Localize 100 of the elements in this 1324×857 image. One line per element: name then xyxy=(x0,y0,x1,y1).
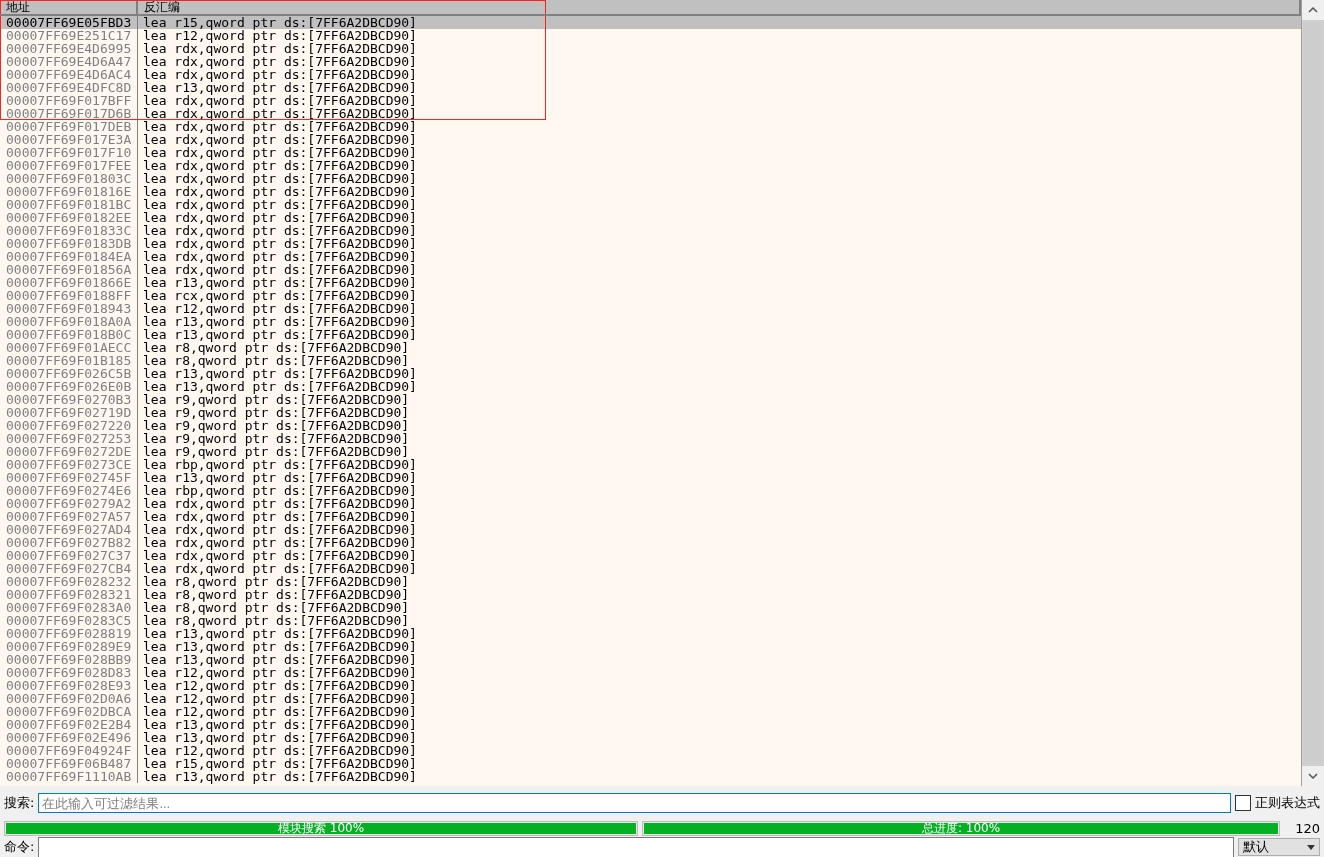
disassembly-cell-text: lea r12,qword ptr ds:[7FF6A2DBCD90] xyxy=(142,705,417,718)
scroll-down-icon[interactable] xyxy=(1302,766,1324,786)
result-row[interactable]: 00007FF69F017BFF lea rdx,qword ptr ds:[7FF6A2DBCD90] xyxy=(0,94,1301,107)
disassembly-cell-text: lea r13,qword ptr ds:[7FF6A2DBCD90] xyxy=(142,315,417,328)
disassembly-cell-text: lea r9,qword ptr ds:[7FF6A2DBCD90] xyxy=(142,432,410,445)
result-row[interactable]: 00007FF69F018B0C lea r13,qword ptr ds:[7FF6A2DBCD90] xyxy=(0,328,1301,341)
result-row[interactable]: 00007FF69E4D6A47 lea rdx,qword ptr ds:[7FF6A2DBCD90] xyxy=(0,55,1301,68)
disassembly-cell-text: lea r15,qword ptr ds:[7FF6A2DBCD90] xyxy=(142,757,417,770)
address-cell: 00007FF69F0183DB xyxy=(0,237,138,250)
command-field[interactable] xyxy=(38,836,1234,857)
result-row[interactable]: 00007FF69F02745F lea r13,qword ptr ds:[7FF6A2DBCD90] xyxy=(0,471,1301,484)
result-row[interactable]: 00007FF69F017E3A lea rdx,qword ptr ds:[7FF6A2DBCD90] xyxy=(0,133,1301,146)
result-row[interactable]: 00007FF69F0182EE lea rdx,qword ptr ds:[7FF6A2DBCD90] xyxy=(0,211,1301,224)
mode-dropdown[interactable]: 默认 xyxy=(1238,838,1320,856)
result-row[interactable]: 00007FF69F02DBCA lea r12,qword ptr ds:[7FF6A2DBCD90] xyxy=(0,705,1301,718)
result-row[interactable]: 00007FF69F027220 lea r9,qword ptr ds:[7FF6A2DBCD90] xyxy=(0,419,1301,432)
disassembly-cell-text: lea rdx,qword ptr ds:[7FF6A2DBCD90] xyxy=(142,250,417,263)
result-row[interactable]: 00007FF69E4D6995 lea rdx,qword ptr ds:[7FF6A2DBCD90] xyxy=(0,42,1301,55)
result-row[interactable]: 00007FF69F027253 lea r9,qword ptr ds:[7FF6A2DBCD90] xyxy=(0,432,1301,445)
result-row[interactable]: 00007FF69F028819 lea r13,qword ptr ds:[7FF6A2DBCD90] xyxy=(0,627,1301,640)
result-row[interactable]: 00007FF69F01833C lea rdx,qword ptr ds:[7FF6A2DBCD90] xyxy=(0,224,1301,237)
disassembly-cell-text: lea rdx,qword ptr ds:[7FF6A2DBCD90] xyxy=(142,263,417,276)
disassembly-cell-text: lea r9,qword ptr ds:[7FF6A2DBCD90] xyxy=(142,406,410,419)
result-row[interactable]: 00007FF69F0272DE lea r9,qword ptr ds:[7FF6A2DBCD90] xyxy=(0,445,1301,458)
result-row[interactable]: 00007FF69F0183DB lea rdx,qword ptr ds:[7FF6A2DBCD90] xyxy=(0,237,1301,250)
result-row[interactable]: 00007FF69F02D0A6 lea r12,qword ptr ds:[7FF6A2DBCD90] xyxy=(0,692,1301,705)
address-cell: 00007FF69E4D6995 xyxy=(0,42,138,55)
scroll-up-icon[interactable] xyxy=(1302,0,1324,20)
column-header[interactable]: 地址 xyxy=(0,0,138,14)
result-row[interactable]: 00007FF69F026C5B lea r13,qword ptr ds:[7FF6A2DBCD90] xyxy=(0,367,1301,380)
result-row[interactable]: 00007FF69F0289E9 lea r13,qword ptr ds:[7FF6A2DBCD90] xyxy=(0,640,1301,653)
result-row[interactable]: 00007FF69F04924F lea r12,qword ptr ds:[7FF6A2DBCD90] xyxy=(0,744,1301,757)
result-row[interactable]: 00007FF69F0270B3 lea r9,qword ptr ds:[7FF6A2DBCD90] xyxy=(0,393,1301,406)
result-row[interactable]: 00007FF69F1110AB lea r13,qword ptr ds:[7FF6A2DBCD90] xyxy=(0,770,1301,783)
result-row[interactable]: 00007FF69F01AECC lea r8,qword ptr ds:[7FF6A2DBCD90] xyxy=(0,341,1301,354)
address-cell: 00007FF69F01856A xyxy=(0,263,138,276)
result-row[interactable]: 00007FF69F0274E6 lea rbp,qword ptr ds:[7FF6A2DBCD90] xyxy=(0,484,1301,497)
result-row[interactable]: 00007FF69F017DEB lea rdx,qword ptr ds:[7FF6A2DBCD90] xyxy=(0,120,1301,133)
disassembly-cell-text: lea rdx,qword ptr ds:[7FF6A2DBCD90] xyxy=(142,510,417,523)
address-cell: 00007FF69F028BB9 xyxy=(0,653,138,666)
result-row[interactable]: 00007FF69F018A0A lea r13,qword ptr ds:[7FF6A2DBCD90] xyxy=(0,315,1301,328)
result-row[interactable]: 00007FF69F0188FF lea rcx,qword ptr ds:[7FF6A2DBCD90] xyxy=(0,289,1301,302)
disassembly-cell-text: lea r12,qword ptr ds:[7FF6A2DBCD90] xyxy=(142,29,417,42)
address-cell: 00007FF69F017DEB xyxy=(0,120,138,133)
disassembly-cell-text: lea rdx,qword ptr ds:[7FF6A2DBCD90] xyxy=(142,55,417,68)
result-row[interactable]: 00007FF69E05FBD3 lea r15,qword ptr ds:[7FF6A2DBCD90] xyxy=(0,16,1301,29)
scrollbar[interactable] xyxy=(1301,0,1324,786)
result-row[interactable]: 00007FF69F027A57 lea rdx,qword ptr ds:[7FF6A2DBCD90] xyxy=(0,510,1301,523)
result-row[interactable]: 00007FF69F017F10 lea rdx,qword ptr ds:[7FF6A2DBCD90] xyxy=(0,146,1301,159)
result-row[interactable]: 00007FF69E4DFC8D lea r13,qword ptr ds:[7FF6A2DBCD90] xyxy=(0,81,1301,94)
result-row[interactable]: 00007FF69E251C17 lea r12,qword ptr ds:[7FF6A2DBCD90] xyxy=(0,29,1301,42)
result-row[interactable]: 00007FF69F01B185 lea r8,qword ptr ds:[7FF6A2DBCD90] xyxy=(0,354,1301,367)
disassembly-cell-text: lea r8,qword ptr ds:[7FF6A2DBCD90] xyxy=(142,354,410,367)
result-row[interactable]: 00007FF69F028E93 lea r12,qword ptr ds:[7FF6A2DBCD90] xyxy=(0,679,1301,692)
result-row[interactable]: 00007FF69F028232 lea r8,qword ptr ds:[7FF6A2DBCD90] xyxy=(0,575,1301,588)
progress-label: 总进度: 100% xyxy=(921,820,1001,837)
result-row[interactable]: 00007FF69F01866E lea r13,qword ptr ds:[7FF6A2DBCD90] xyxy=(0,276,1301,289)
result-row[interactable]: 00007FF69F027AD4 lea rdx,qword ptr ds:[7FF6A2DBCD90] xyxy=(0,523,1301,536)
result-row[interactable]: 00007FF69F0184EA lea rdx,qword ptr ds:[7FF6A2DBCD90] xyxy=(0,250,1301,263)
address-cell: 00007FF69F0283C5 xyxy=(0,614,138,627)
result-row[interactable]: 00007FF69F0283C5 lea r8,qword ptr ds:[7FF6A2DBCD90] xyxy=(0,614,1301,627)
result-row[interactable]: 00007FF69F028321 lea r8,qword ptr ds:[7FF6A2DBCD90] xyxy=(0,588,1301,601)
result-row[interactable]: 00007FF69F028D83 lea r12,qword ptr ds:[7FF6A2DBCD90] xyxy=(0,666,1301,679)
result-row[interactable]: 00007FF69F0283A0 lea r8,qword ptr ds:[7FF6A2DBCD90] xyxy=(0,601,1301,614)
regex-label: 正则表达式 xyxy=(1255,794,1320,812)
result-row[interactable]: 00007FF69F02719D lea r9,qword ptr ds:[7FF6A2DBCD90] xyxy=(0,406,1301,419)
result-row[interactable]: 00007FF69F02E496 lea r13,qword ptr ds:[7FF6A2DBCD90] xyxy=(0,731,1301,744)
result-row[interactable]: 00007FF69F026E0B lea r13,qword ptr ds:[7FF6A2DBCD90] xyxy=(0,380,1301,393)
result-row[interactable]: 00007FF69F01803C lea rdx,qword ptr ds:[7FF6A2DBCD90] xyxy=(0,172,1301,185)
result-row[interactable]: 00007FF69E4D6AC4 lea rdx,qword ptr ds:[7FF6A2DBCD90] xyxy=(0,68,1301,81)
address-cell: 00007FF69F028E93 xyxy=(0,679,138,692)
result-row[interactable]: 00007FF69F027C37 lea rdx,qword ptr ds:[7FF6A2DBCD90] xyxy=(0,549,1301,562)
result-row[interactable]: 00007FF69F028BB9 lea r13,qword ptr ds:[7FF6A2DBCD90] xyxy=(0,653,1301,666)
address-cell: 00007FF69F0283A0 xyxy=(0,601,138,614)
search-field[interactable]: 在此输入可过滤结果... xyxy=(38,793,1231,813)
disassembly-cell-text: lea rdx,qword ptr ds:[7FF6A2DBCD90] xyxy=(142,211,417,224)
regex-checkbox[interactable] xyxy=(1235,795,1251,811)
disassembly-cell-text: lea r8,qword ptr ds:[7FF6A2DBCD90] xyxy=(142,575,410,588)
result-row[interactable]: 00007FF69F027CB4 lea rdx,qword ptr ds:[7FF6A2DBCD90] xyxy=(0,562,1301,575)
disassembly-cell-text: lea rdx,qword ptr ds:[7FF6A2DBCD90] xyxy=(142,120,417,133)
address-cell: 00007FF69F04924F xyxy=(0,744,138,757)
address-cell: 00007FF69F018943 xyxy=(0,302,138,315)
address-cell: 00007FF69F017FEE xyxy=(0,159,138,172)
result-row[interactable]: 00007FF69F01816E lea rdx,qword ptr ds:[7FF6A2DBCD90] xyxy=(0,185,1301,198)
result-row[interactable]: 00007FF69F0273CE lea rbp,qword ptr ds:[7FF6A2DBCD90] xyxy=(0,458,1301,471)
disassembly-cell-text: lea r8,qword ptr ds:[7FF6A2DBCD90] xyxy=(142,601,410,614)
result-row[interactable]: 00007FF69F01856A lea rdx,qword ptr ds:[7FF6A2DBCD90] xyxy=(0,263,1301,276)
result-row[interactable]: 00007FF69F018943 lea r12,qword ptr ds:[7FF6A2DBCD90] xyxy=(0,302,1301,315)
result-row[interactable]: 00007FF69F06B487 lea r15,qword ptr ds:[7FF6A2DBCD90] xyxy=(0,757,1301,770)
result-row[interactable]: 00007FF69F017FEE lea rdx,qword ptr ds:[7FF6A2DBCD90] xyxy=(0,159,1301,172)
result-row[interactable]: 00007FF69F02E2B4 lea r13,qword ptr ds:[7FF6A2DBCD90] xyxy=(0,718,1301,731)
disassembly-cell-text: lea r13,qword ptr ds:[7FF6A2DBCD90] xyxy=(142,640,417,653)
result-row[interactable]: 00007FF69F0279A2 lea rdx,qword ptr ds:[7FF6A2DBCD90] xyxy=(0,497,1301,510)
result-row[interactable]: 00007FF69F0181BC lea rdx,qword ptr ds:[7FF6A2DBCD90] xyxy=(0,198,1301,211)
disassembly-cell-text: lea r13,qword ptr ds:[7FF6A2DBCD90] xyxy=(142,81,417,94)
disassembly-cell-text: lea r13,qword ptr ds:[7FF6A2DBCD90] xyxy=(142,328,417,341)
result-row[interactable]: 00007FF69F027B82 lea rdx,qword ptr ds:[7FF6A2DBCD90] xyxy=(0,536,1301,549)
disassembly-cell-text: lea rdx,qword ptr ds:[7FF6A2DBCD90] xyxy=(142,497,417,510)
address-cell: 00007FF69F026C5B xyxy=(0,367,138,380)
result-row[interactable]: 00007FF69F017D6B lea rdx,qword ptr ds:[7FF6A2DBCD90] xyxy=(0,107,1301,120)
